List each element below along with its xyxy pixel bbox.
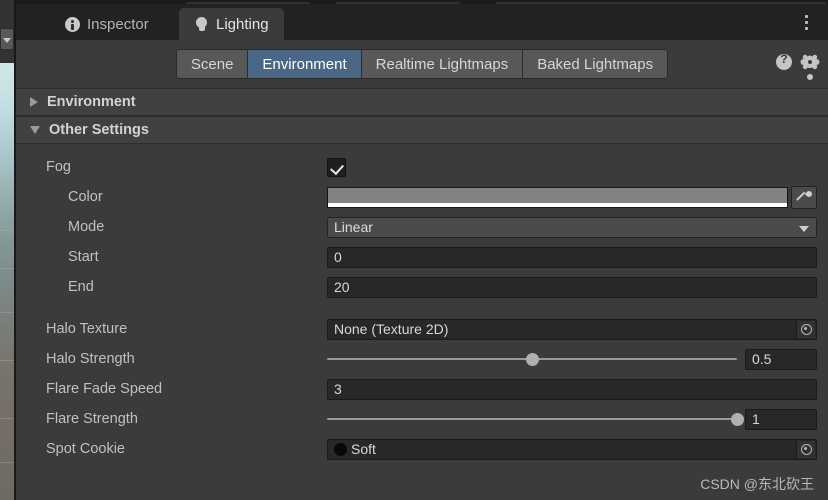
field-flare-fade-speed: 3 <box>327 378 817 400</box>
fog-start-input[interactable]: 0 <box>327 246 817 268</box>
unity-editor-window: Inspector Lighting Scene Environment Rea… <box>0 0 828 500</box>
object-picker-icon[interactable] <box>796 440 815 458</box>
label-flare-fade-speed: Flare Fade Speed <box>46 381 163 397</box>
halo-strength-input[interactable]: 0.5 <box>745 348 817 370</box>
halo-strength-slider[interactable] <box>327 349 737 370</box>
fog-mode-value: Linear <box>334 219 373 235</box>
fog-mode-dropdown[interactable]: Linear <box>327 216 817 238</box>
field-halo-texture: None (Texture 2D) <box>327 318 817 340</box>
halo-texture-object-field[interactable]: None (Texture 2D) <box>327 318 817 340</box>
kebab-menu-icon[interactable] <box>799 14 815 32</box>
row-halo-strength: Halo Strength 0.5 <box>16 344 828 374</box>
label-halo-strength: Halo Strength <box>46 351 135 367</box>
mode-button-environment-label: Environment <box>262 55 347 73</box>
flare-fade-speed-input[interactable]: 3 <box>327 378 817 400</box>
row-halo-texture: Halo Texture None (Texture 2D) <box>16 314 828 344</box>
field-start: 0 <box>327 246 817 268</box>
row-flare-strength: Flare Strength 1 <box>16 404 828 434</box>
help-icon[interactable] <box>776 52 792 70</box>
field-mode: Linear <box>327 216 817 238</box>
section-header-other-settings[interactable]: Other Settings <box>16 116 828 144</box>
field-spot-cookie: Soft <box>327 438 817 460</box>
mode-button-scene[interactable]: Scene <box>175 49 248 79</box>
info-icon <box>65 16 80 32</box>
scene-ground-line <box>0 462 14 463</box>
slider-track <box>327 418 737 420</box>
tab-inspector-label: Inspector <box>87 15 149 33</box>
label-start: Start <box>68 249 99 265</box>
label-fog: Fog <box>46 159 71 175</box>
label-spot-cookie: Spot Cookie <box>46 441 125 457</box>
field-halo-strength: 0.5 <box>327 348 817 370</box>
spot-cookie-value: Soft <box>351 441 376 457</box>
row-fog: Fog <box>16 152 828 182</box>
scene-ground-line <box>0 418 14 419</box>
halo-strength-value: 0.5 <box>752 351 772 367</box>
fog-start-value: 0 <box>334 249 342 265</box>
field-end: 20 <box>327 276 817 298</box>
tab-lighting[interactable]: Lighting <box>179 8 284 40</box>
properties-body: Environment Other Settings Fog Color Mod… <box>16 88 828 500</box>
scene-ground-line <box>0 312 14 313</box>
scene-sky-gradient <box>0 63 14 500</box>
mode-button-group: Scene Environment Realtime Lightmaps Bak… <box>175 49 669 79</box>
fog-end-value: 20 <box>334 279 350 295</box>
scene-view-sliver <box>0 0 16 500</box>
mode-button-realtime-lightmaps[interactable]: Realtime Lightmaps <box>360 49 523 79</box>
slider-handle[interactable] <box>525 352 539 366</box>
scene-ground-line <box>0 268 14 269</box>
toolbar-actions <box>776 52 818 70</box>
mode-button-baked-lightmaps-label: Baked Lightmaps <box>537 55 654 73</box>
flare-fade-speed-value: 3 <box>334 381 342 397</box>
row-color: Color <box>16 182 828 212</box>
lighting-window-panel: Inspector Lighting Scene Environment Rea… <box>16 4 828 500</box>
eyedropper-icon[interactable] <box>791 185 817 209</box>
scene-draw-mode-dropdown[interactable] <box>0 28 14 50</box>
fog-color-swatch[interactable] <box>327 186 788 208</box>
fog-end-input[interactable]: 20 <box>327 276 817 298</box>
mode-button-environment[interactable]: Environment <box>247 49 361 79</box>
color-swatch-alpha <box>328 202 787 207</box>
lightbulb-icon <box>194 16 209 32</box>
row-end: End 20 <box>16 272 828 302</box>
row-start: Start 0 <box>16 242 828 272</box>
lighting-mode-toolbar: Scene Environment Realtime Lightmaps Bak… <box>16 40 828 88</box>
mode-button-realtime-lightmaps-label: Realtime Lightmaps <box>375 55 509 73</box>
mode-button-scene-label: Scene <box>190 55 234 73</box>
flare-strength-value: 1 <box>752 411 760 427</box>
chevron-right-icon <box>30 97 38 107</box>
section-title-other-settings: Other Settings <box>49 122 149 138</box>
fog-checkbox[interactable] <box>327 157 346 177</box>
halo-texture-value: None (Texture 2D) <box>334 321 449 337</box>
label-color: Color <box>68 189 103 205</box>
scene-ground-line <box>0 360 14 361</box>
mode-button-baked-lightmaps[interactable]: Baked Lightmaps <box>522 49 669 79</box>
section-title-environment: Environment <box>47 94 136 110</box>
field-color <box>327 185 817 209</box>
section-header-environment[interactable]: Environment <box>16 88 828 116</box>
label-halo-texture: Halo Texture <box>46 321 128 337</box>
gear-icon[interactable] <box>802 54 818 70</box>
field-fog <box>327 157 817 177</box>
flare-strength-slider[interactable] <box>327 409 744 430</box>
chevron-down-icon <box>799 225 809 232</box>
spot-cookie-object-field[interactable]: Soft <box>327 438 817 460</box>
scene-ground-line <box>0 230 14 231</box>
label-mode: Mode <box>68 219 105 235</box>
chevron-down-icon <box>30 126 40 134</box>
row-mode: Mode Linear <box>16 212 828 242</box>
row-spot-cookie: Spot Cookie Soft <box>16 434 828 464</box>
label-end: End <box>68 279 94 295</box>
slider-handle[interactable] <box>730 412 744 426</box>
field-flare-strength: 1 <box>327 408 817 430</box>
tab-inspector[interactable]: Inspector <box>50 8 164 40</box>
tab-lighting-label: Lighting <box>216 15 269 33</box>
flare-strength-input[interactable]: 1 <box>745 408 817 430</box>
texture-thumbnail <box>334 442 347 456</box>
label-flare-strength: Flare Strength <box>46 411 138 427</box>
window-tab-bar: Inspector Lighting <box>16 4 828 40</box>
row-flare-fade-speed: Flare Fade Speed 3 <box>16 374 828 404</box>
color-swatch-rgb <box>328 187 787 203</box>
object-picker-icon[interactable] <box>796 320 815 338</box>
